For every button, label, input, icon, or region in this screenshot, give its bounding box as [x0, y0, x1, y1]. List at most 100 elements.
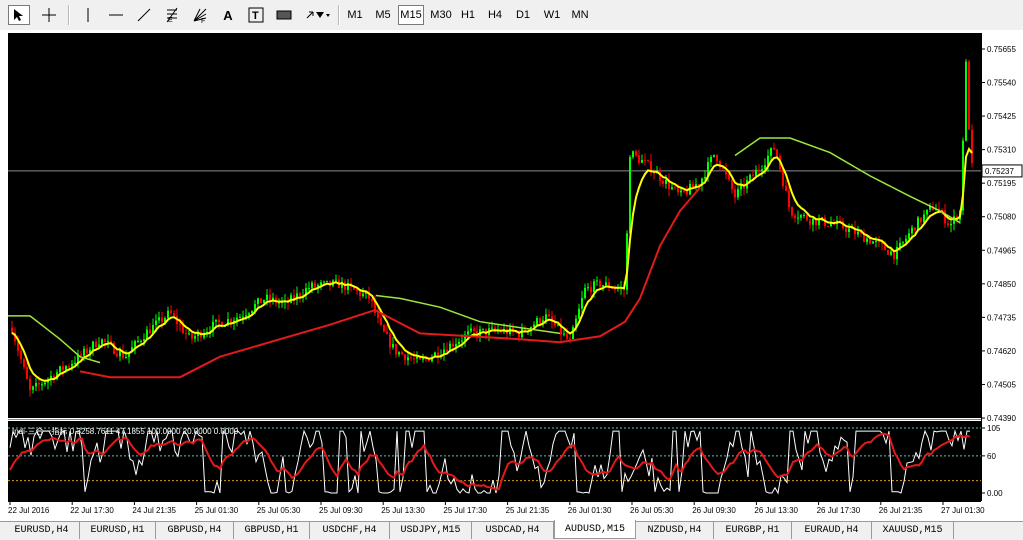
chart-tab-gbpusd-h1[interactable]: GBPUSD,H1	[234, 522, 310, 539]
candle-body	[161, 317, 163, 323]
candle-body	[179, 324, 181, 326]
timeframe-m5[interactable]: M5	[371, 5, 395, 25]
candle-body	[38, 383, 40, 385]
timeframe-w1[interactable]: W1	[540, 5, 564, 25]
candle-body	[638, 155, 640, 163]
candle-body	[191, 333, 193, 339]
candle-body	[452, 343, 454, 347]
candle-body	[44, 382, 46, 385]
candle-body	[230, 319, 232, 323]
fibonacci-icon[interactable]: E	[161, 5, 183, 25]
candle-body	[95, 341, 97, 348]
price-label: 0.75195	[987, 179, 1016, 188]
candle-body	[716, 154, 718, 162]
candle-body	[71, 363, 73, 367]
horizontal-line-icon[interactable]	[105, 5, 127, 25]
chart-tabs-bar: EURUSD,H4 EURUSD,H1 GBPUSD,H4 GBPUSD,H1 USDC…	[0, 520, 1023, 540]
candle-body	[791, 207, 793, 216]
time-label: 25 Jul 13:30	[381, 506, 425, 515]
candle-body	[539, 318, 541, 324]
candle-body	[383, 324, 385, 332]
candle-body	[260, 298, 262, 304]
candle-body	[761, 169, 763, 171]
candle-body	[104, 339, 106, 342]
chart-tab-eurusd-h1[interactable]: EURUSD,H1	[80, 522, 156, 539]
chart-tab-eurgbp-h1[interactable]: EURGBP,H1	[714, 522, 792, 539]
candle-body	[395, 344, 397, 355]
price-label: 0.74735	[987, 313, 1016, 322]
price-label: 0.74620	[987, 347, 1016, 356]
candle-body	[635, 151, 637, 156]
cursor-icon[interactable]	[8, 5, 30, 25]
candle-body	[665, 179, 667, 184]
indicator-level-label: 60	[987, 452, 996, 461]
candle-body	[410, 357, 412, 359]
chart-tab-gbpusd-h4[interactable]: GBPUSD,H4	[156, 522, 234, 539]
time-label: 22 Jul 17:30	[70, 506, 114, 515]
candle-body	[911, 227, 913, 234]
chart-tab-usdcad-h4[interactable]: USDCAD,H4	[472, 522, 554, 539]
candle-body	[137, 340, 139, 342]
chart-tab-xauusd-m15[interactable]: XAUUSD,M15	[872, 522, 954, 539]
candle-body	[308, 288, 310, 290]
candle-body	[731, 179, 733, 190]
candle-body	[491, 327, 493, 329]
candle-body	[758, 169, 760, 171]
candle-body	[461, 340, 463, 342]
timeframe-mn[interactable]: MN	[568, 5, 592, 25]
chart-tab-eurusd-h4[interactable]: EURUSD,H4	[4, 522, 80, 539]
candle-body	[398, 352, 400, 355]
svg-text:E: E	[168, 17, 173, 23]
candle-body	[797, 217, 799, 219]
chart-header: AUDUSD,M15 0.75302 0.75330 0.75185 0.752…	[22, 35, 220, 45]
rectangle-icon[interactable]	[273, 5, 295, 25]
current-price-label: 0.75237	[985, 167, 1014, 176]
candle-body	[536, 318, 538, 325]
chart-window[interactable]: 0.75655 0.75540 0.75425 0.75310 0.75195 0.750…	[0, 30, 1023, 521]
price-label: 0.74850	[987, 280, 1016, 289]
chart-tab-euraud-h4[interactable]: EURAUD,H4	[792, 522, 872, 539]
vertical-line-icon[interactable]	[77, 5, 99, 25]
time-label: 26 Jul 09:30	[692, 506, 736, 515]
crosshair-icon[interactable]	[38, 5, 60, 25]
chart-tab-usdchf-h4[interactable]: USDCHF,H4	[310, 522, 390, 539]
candle-body	[785, 185, 787, 191]
candle-body	[407, 357, 409, 361]
trendline-icon[interactable]	[133, 5, 155, 25]
main-chart-area[interactable]	[8, 33, 981, 418]
timeframe-m30[interactable]: M30	[428, 5, 454, 25]
candle-body	[773, 147, 775, 150]
candle-body	[455, 344, 457, 347]
arrows-icon[interactable]	[303, 5, 331, 25]
chart-tab-usdjpy-m15[interactable]: USDJPY,M15	[390, 522, 472, 539]
chart-tab-audusd-m15[interactable]: AUDUSD,M15	[554, 520, 636, 539]
candle-body	[845, 228, 847, 232]
timeframe-m1[interactable]: M1	[344, 5, 366, 25]
candle-body	[569, 338, 571, 340]
text-label-icon[interactable]: T	[245, 5, 267, 25]
candle-body	[893, 251, 895, 260]
candle-body	[890, 251, 892, 255]
candle-body	[68, 366, 70, 368]
candle-body	[218, 319, 220, 323]
candle-body	[188, 333, 190, 335]
time-label: 26 Jul 01:30	[568, 506, 612, 515]
candle-body	[359, 290, 361, 297]
timeframe-d1[interactable]: D1	[512, 5, 534, 25]
gann-fan-icon[interactable]: F	[189, 5, 211, 25]
candle-body	[173, 313, 175, 316]
candle-body	[11, 327, 13, 333]
price-label: 0.75310	[987, 146, 1016, 155]
candle-body	[914, 227, 916, 231]
candle-body	[362, 293, 364, 297]
chart-tab-nzdusd-h4[interactable]: NZDUSD,H4	[636, 522, 714, 539]
text-icon[interactable]: A	[217, 5, 239, 25]
timeframe-m15[interactable]: M15	[398, 5, 424, 25]
candle-body	[971, 129, 973, 163]
candle-body	[158, 317, 160, 321]
price-label: 0.74390	[987, 414, 1016, 423]
timeframe-h1[interactable]: H1	[457, 5, 479, 25]
timeframe-h4[interactable]: H4	[484, 5, 506, 25]
toolbar-separator	[68, 5, 69, 25]
candle-body	[146, 329, 148, 340]
